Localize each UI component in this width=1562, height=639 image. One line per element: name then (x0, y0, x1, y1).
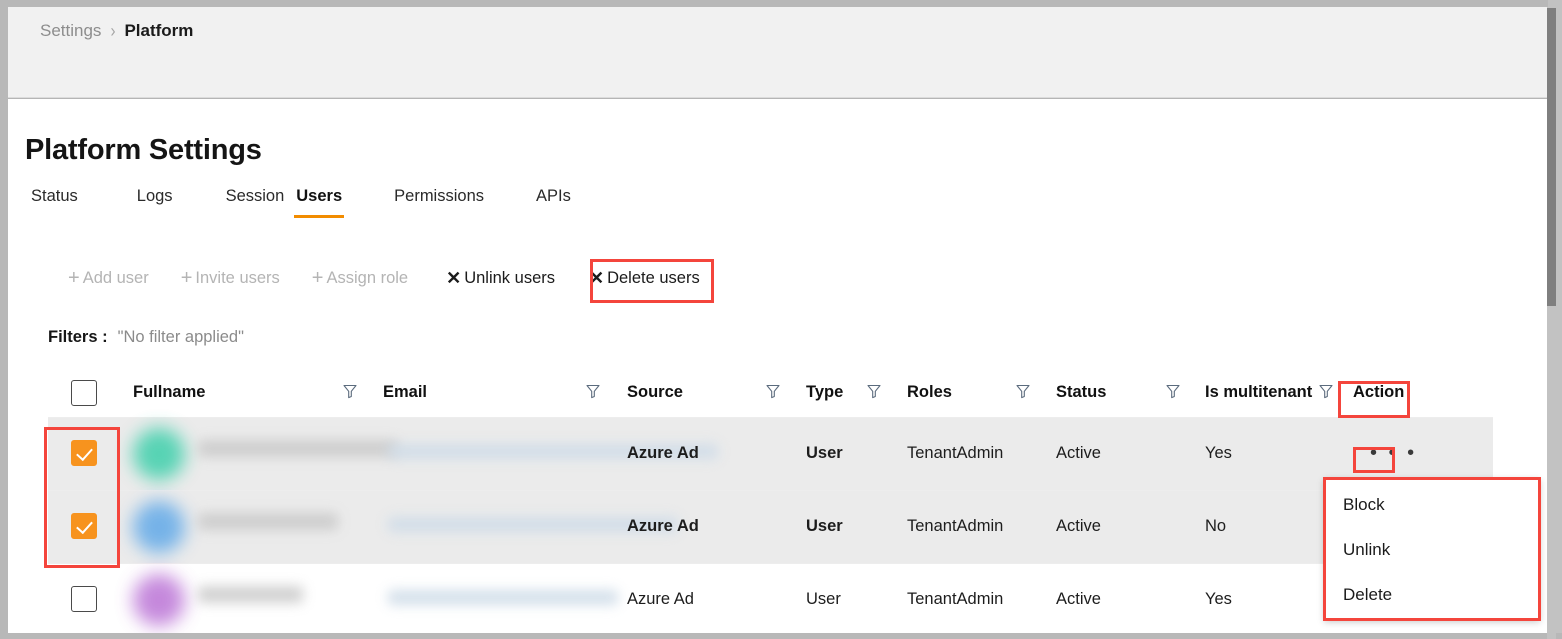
column-header-roles[interactable]: Roles (907, 383, 952, 402)
row-checkbox-wrapper (71, 513, 97, 539)
tab-users-label: Users (296, 187, 343, 205)
window-edge-bottom (0, 633, 1562, 639)
cell-type: User (806, 444, 843, 462)
tab-permissions-label: Permissions (394, 187, 484, 205)
row-select-checkbox[interactable] (71, 440, 97, 466)
column-header-is-multitenant[interactable]: Is multitenant (1205, 383, 1312, 402)
filter-funnel-icon-roles[interactable] (1016, 384, 1030, 399)
row-action-menu-button[interactable]: • • • (1363, 440, 1424, 466)
avatar (133, 574, 185, 626)
column-header-source[interactable]: Source (627, 383, 683, 402)
column-header-email[interactable]: Email (383, 383, 427, 402)
breadcrumb-platform: Platform (124, 21, 194, 40)
chevron-right-icon: › (110, 20, 116, 42)
add-user-label: Add user (82, 268, 149, 287)
row-select-checkbox[interactable] (71, 586, 97, 612)
filter-funnel-icon-fullname[interactable] (343, 384, 357, 399)
filter-funnel-icon-type[interactable] (867, 384, 881, 399)
plus-icon: + (311, 267, 324, 289)
column-header-type[interactable]: Type (806, 383, 843, 402)
cell-status: Active (1056, 444, 1101, 462)
breadcrumb: Settings › Platform (40, 21, 193, 41)
cell-source: Azure Ad (627, 517, 699, 535)
row-action-dropdown-menu: Block Unlink Delete (1324, 478, 1540, 620)
tab-users[interactable]: Users (290, 187, 348, 218)
add-user-button[interactable]: + Add user (64, 262, 153, 294)
platform-settings-page: Settings › Platform Platform Settings St… (0, 0, 1562, 639)
tab-session[interactable]: Session (220, 187, 291, 218)
table-row[interactable]: Azure Ad User TenantAdmin Active No (48, 490, 1493, 563)
tab-apis-label: APIs (536, 187, 571, 205)
page-title: Platform Settings (25, 134, 262, 166)
filters-value: "No filter applied" (117, 328, 244, 346)
tab-logs-label: Logs (136, 187, 173, 205)
row-checkbox-wrapper (71, 440, 97, 466)
plus-icon: + (180, 267, 193, 289)
delete-users-label: Delete users (607, 268, 700, 287)
cell-type: User (806, 590, 841, 608)
cell-status: Active (1056, 590, 1101, 608)
column-header-status[interactable]: Status (1056, 383, 1106, 402)
cell-roles: TenantAdmin (907, 590, 1004, 608)
select-all-checkbox-wrapper (71, 380, 97, 406)
cell-roles: TenantAdmin (907, 444, 1004, 462)
menu-item-delete[interactable]: Delete (1337, 581, 1398, 609)
users-table: Fullname Email Source Type Roles Status … (48, 371, 1493, 633)
filter-funnel-icon-is-multitenant[interactable] (1319, 384, 1333, 399)
filter-funnel-icon-status[interactable] (1166, 384, 1180, 399)
column-header-fullname[interactable]: Fullname (133, 383, 205, 402)
filter-funnel-icon-source[interactable] (766, 384, 780, 399)
assign-role-label: Assign role (326, 268, 409, 287)
email-redacted (388, 590, 618, 605)
row-checkbox-wrapper (71, 586, 97, 612)
tab-status-label: Status (31, 187, 78, 205)
menu-item-unlink[interactable]: Unlink (1337, 536, 1396, 564)
fullname-redacted (198, 513, 338, 530)
table-row[interactable]: Azure Ad User TenantAdmin Active Yes (48, 563, 1493, 633)
row-select-checkbox[interactable] (71, 513, 97, 539)
window-edge-top (0, 0, 1562, 7)
unlink-users-button[interactable]: ✕ Unlink users (442, 263, 559, 294)
tab-permissions[interactable]: Permissions (388, 187, 490, 218)
cell-is-multitenant: Yes (1205, 444, 1232, 462)
delete-users-button[interactable]: ✕ Delete users (585, 263, 704, 294)
user-actions-toolbar: + Add user + Invite users + Assign role … (64, 262, 704, 294)
cell-source: Azure Ad (627, 444, 699, 462)
filters-bar: Filters : "No filter applied" (48, 328, 244, 347)
cell-status: Active (1056, 517, 1101, 535)
table-row[interactable]: Azure Ad User TenantAdmin Active Yes • •… (48, 417, 1493, 490)
invite-users-label: Invite users (195, 268, 280, 287)
vertical-scrollbar-thumb[interactable] (1547, 8, 1556, 306)
plus-icon: + (68, 267, 80, 289)
filter-funnel-icon-email[interactable] (586, 384, 600, 399)
close-icon: ✕ (589, 268, 605, 288)
tab-apis[interactable]: APIs (530, 187, 577, 218)
avatar (133, 428, 185, 480)
tab-logs[interactable]: Logs (131, 187, 179, 218)
main-content: Platform Settings Status Logs Session Us… (8, 99, 1548, 633)
breadcrumb-bar: Settings › Platform (8, 7, 1548, 98)
table-header-row: Fullname Email Source Type Roles Status … (48, 371, 1493, 417)
window-edge-left (0, 0, 8, 639)
menu-item-block[interactable]: Block (1337, 491, 1391, 519)
select-all-checkbox[interactable] (71, 380, 97, 406)
cell-is-multitenant: Yes (1205, 590, 1232, 608)
invite-users-button[interactable]: + Invite users (177, 262, 284, 294)
assign-role-button[interactable]: + Assign role (308, 262, 412, 294)
cell-is-multitenant: No (1205, 517, 1227, 535)
cell-type: User (806, 517, 843, 535)
cell-roles: TenantAdmin (907, 517, 1004, 535)
avatar (133, 501, 185, 553)
close-icon: ✕ (446, 268, 462, 288)
fullname-redacted (198, 586, 303, 603)
tab-session-label: Session (225, 187, 285, 205)
tab-status[interactable]: Status (25, 187, 84, 218)
fullname-redacted (198, 440, 398, 457)
unlink-users-label: Unlink users (464, 268, 555, 287)
column-header-action: Action (1353, 383, 1405, 401)
filters-label: Filters : (48, 328, 108, 346)
breadcrumb-settings[interactable]: Settings (40, 21, 101, 41)
cell-source: Azure Ad (627, 590, 694, 608)
tab-bar: Status Logs Session Users Permissions AP… (25, 187, 577, 218)
